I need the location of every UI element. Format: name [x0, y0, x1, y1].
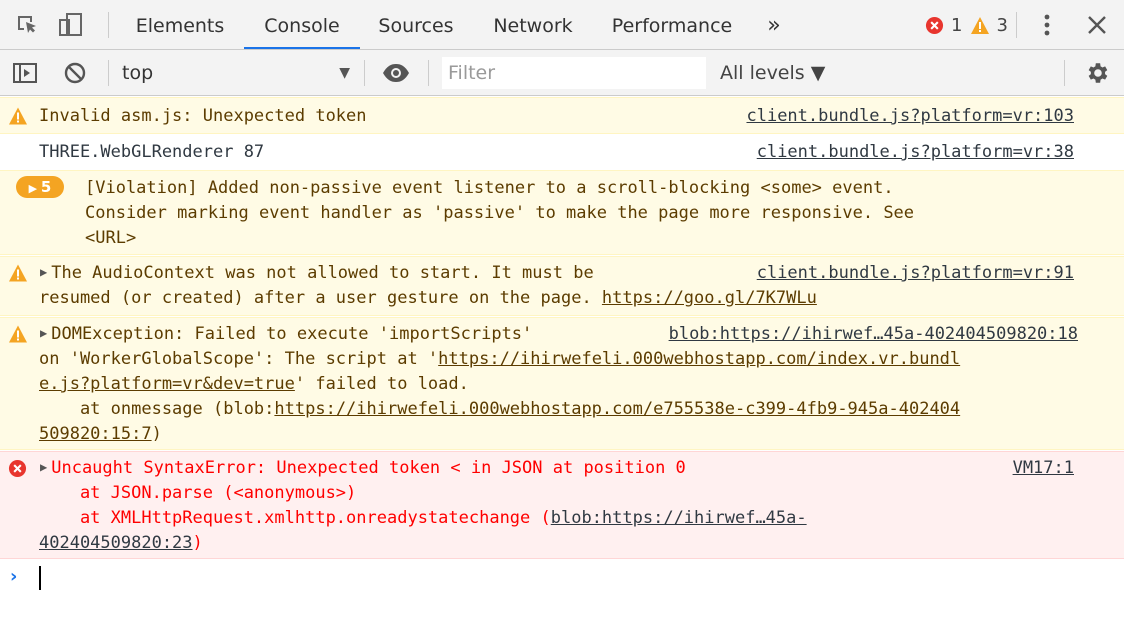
stack-trace-link[interactable]: blob:https://ihirwef…45a-	[551, 508, 807, 528]
toolbar-divider	[108, 60, 109, 86]
source-link[interactable]: VM17:1	[1013, 456, 1074, 481]
stack-trace-line: 509820:15:7)	[39, 422, 162, 447]
message-url-link[interactable]: https://goo.gl/7K7WLu	[602, 288, 817, 308]
expand-triangle-icon[interactable]: ▶	[40, 321, 47, 346]
live-expression-eye-icon[interactable]	[381, 58, 411, 88]
tab-sources[interactable]: Sources	[366, 0, 466, 49]
devtools-tab-bar: Elements Console Sources Network Perform…	[0, 0, 1124, 50]
source-link[interactable]: blob:https://ihirwef…45a-402404509820:18	[669, 322, 1078, 347]
message-line: [Violation] Added non-passive event list…	[85, 178, 894, 198]
warning-count: 3	[996, 14, 1008, 36]
more-tabs-button[interactable]: »	[758, 0, 790, 49]
expand-triangle-icon: ▶	[28, 182, 41, 195]
toolbar-divider	[428, 60, 429, 86]
warning-icon	[971, 16, 990, 34]
message-text: )	[192, 533, 203, 553]
error-icon	[925, 16, 944, 34]
inspect-element-icon[interactable]	[12, 10, 42, 40]
console-toolbar: top ▼ All levels ▼	[0, 50, 1124, 96]
stack-trace-link[interactable]: 402404509820:23	[39, 533, 193, 553]
message-line: resumed (or created) after a user gestur…	[39, 286, 817, 311]
toolbar-divider	[108, 12, 109, 38]
message-text: at onmessage (blob:	[39, 399, 275, 419]
message-text: at XMLHttpRequest.xmlhttp.onreadystatech…	[39, 508, 551, 528]
console-message-warning: Invalid asm.js: Unexpected token client.…	[0, 97, 1124, 134]
message-line: on 'WorkerGlobalScope': The script at 'h…	[39, 347, 960, 372]
warning-icon	[9, 264, 27, 282]
stack-trace-line: at onmessage (blob:https://ihirwefeli.00…	[39, 397, 960, 422]
warning-icon	[9, 107, 27, 125]
tab-performance[interactable]: Performance	[600, 0, 744, 49]
message-line: ▶ DOMException: Failed to execute 'import…	[40, 322, 532, 348]
warning-icon	[9, 325, 27, 343]
filter-input[interactable]	[442, 57, 706, 89]
repeat-count-badge[interactable]: ▶ 5	[16, 176, 64, 198]
device-toolbar-icon[interactable]	[56, 10, 86, 40]
stack-trace-line: at XMLHttpRequest.xmlhttp.onreadystatech…	[39, 506, 807, 531]
tab-console[interactable]: Console	[244, 0, 360, 49]
toolbar-divider	[1016, 12, 1017, 38]
stack-trace-link[interactable]: 509820:15:7	[39, 424, 152, 444]
message-text: THREE.WebGLRenderer 87	[39, 142, 265, 162]
error-icon	[8, 459, 27, 478]
close-icon[interactable]	[1082, 10, 1112, 40]
error-count-badge[interactable]: 1 3	[925, 13, 1008, 37]
tab-elements[interactable]: Elements	[124, 0, 236, 49]
console-message-warning: ▶ DOMException: Failed to execute 'import…	[0, 317, 1124, 450]
expand-triangle-icon[interactable]: ▶	[40, 260, 47, 285]
settings-gear-icon[interactable]	[1082, 58, 1112, 88]
console-message-violation-group: [Violation] Added non-passive event list…	[0, 170, 1124, 255]
message-line: e.js?platform=vr&dev=true' failed to loa…	[39, 372, 469, 397]
source-link[interactable]: client.bundle.js?platform=vr:91	[757, 261, 1074, 286]
expand-triangle-icon[interactable]: ▶	[40, 455, 47, 480]
source-link[interactable]: client.bundle.js?platform=vr:103	[746, 104, 1074, 129]
message-text: Uncaught SyntaxError: Unexpected token <…	[51, 458, 686, 478]
message-text: on 'WorkerGlobalScope': The script at '	[39, 349, 439, 369]
message-url-link[interactable]: e.js?platform=vr&dev=true	[39, 374, 295, 394]
context-selector[interactable]: top ▼	[112, 58, 356, 88]
message-url-link[interactable]: https://ihirwefeli.000webhostapp.com/ind…	[438, 349, 960, 369]
console-prompt-icon: ›	[10, 566, 18, 587]
dropdown-arrow-icon: ▼	[339, 65, 350, 81]
message-text: ' failed to load.	[294, 374, 469, 394]
message-text: resumed (or created) after a user gestur…	[39, 288, 602, 308]
clear-console-icon[interactable]	[60, 58, 90, 88]
message-line: ▶ The AudioContext was not allowed to sta…	[40, 261, 594, 287]
toolbar-divider	[364, 60, 365, 86]
toolbar-divider	[1064, 60, 1065, 86]
context-selector-value: top	[122, 62, 154, 84]
stack-trace-line: 402404509820:23)	[39, 531, 203, 556]
message-text: Invalid asm.js: Unexpected token	[39, 106, 367, 126]
error-count: 1	[951, 14, 963, 36]
more-options-icon[interactable]	[1032, 10, 1062, 40]
source-link[interactable]: client.bundle.js?platform=vr:38	[757, 140, 1074, 165]
show-sidebar-icon[interactable]	[10, 58, 40, 88]
console-message-log: THREE.WebGLRenderer 87 client.bundle.js?…	[0, 135, 1124, 169]
log-levels-dropdown[interactable]: All levels ▼	[720, 58, 825, 89]
message-line: ▶ Uncaught SyntaxError: Unexpected token …	[40, 456, 686, 482]
stack-trace-line: at JSON.parse (<anonymous>)	[39, 483, 357, 503]
console-message-warning: ▶ The AudioContext was not allowed to sta…	[0, 256, 1124, 316]
console-message-error: ▶ Uncaught SyntaxError: Unexpected token …	[0, 451, 1124, 559]
repeat-count: 5	[40, 178, 52, 196]
stack-trace-link[interactable]: https://ihirwefeli.000webhostapp.com/e75…	[274, 399, 960, 419]
message-text: )	[151, 424, 162, 444]
message-line: <URL>	[85, 228, 137, 248]
message-text: DOMException: Failed to execute 'importS…	[51, 324, 533, 344]
message-line: Consider marking event handler as 'passi…	[85, 203, 915, 223]
tab-network[interactable]: Network	[480, 0, 586, 49]
console-input-caret[interactable]	[39, 566, 41, 590]
message-text: The AudioContext was not allowed to star…	[51, 263, 594, 283]
